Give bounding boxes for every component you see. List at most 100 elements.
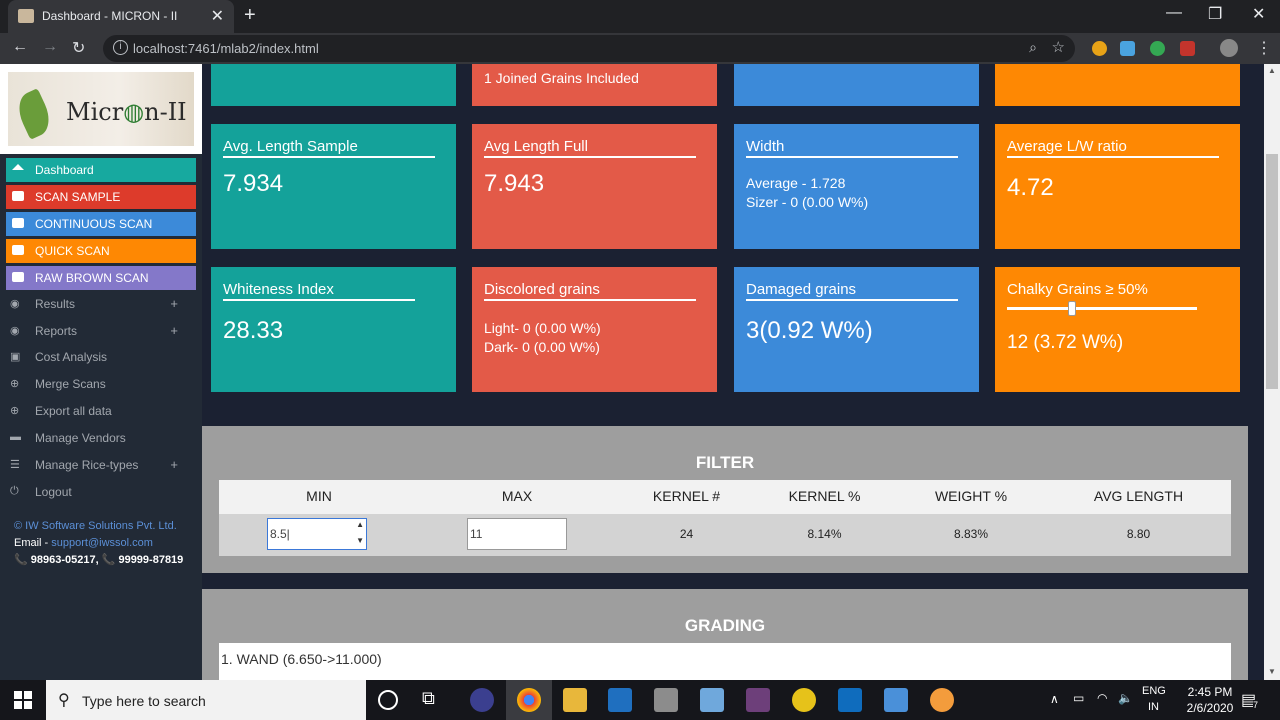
weight-pct-value: 8.83% bbox=[953, 527, 989, 541]
min-input[interactable]: 8.5| ▲ ▼ bbox=[267, 518, 367, 550]
language-eng[interactable]: ENG bbox=[1142, 685, 1166, 697]
sidebar-item-continuous-scan[interactable]: CONTINUOUS SCAN bbox=[6, 212, 196, 236]
app-icon[interactable] bbox=[746, 688, 770, 712]
leaf-icon bbox=[12, 88, 56, 140]
page-scrollbar[interactable]: ▲ ▼ bbox=[1264, 64, 1280, 680]
reload-icon[interactable]: ↻ bbox=[72, 38, 85, 58]
spin-up-icon[interactable]: ▲ bbox=[356, 520, 364, 529]
browser-tab[interactable]: Dashboard - MICRON - II ✕ bbox=[8, 0, 234, 33]
card-top-partial-4 bbox=[995, 64, 1240, 106]
scroll-up-icon[interactable]: ▲ bbox=[1268, 66, 1276, 75]
card-value: 7.943 bbox=[484, 170, 545, 197]
outlook-icon[interactable] bbox=[838, 688, 862, 712]
filter-section: FILTER MIN MAX KERNEL # KERNEL % WEIGHT … bbox=[202, 426, 1248, 573]
cortana-icon[interactable] bbox=[378, 690, 398, 710]
sidebar: Micr◍n-II Dashboard SCAN SAMPLE CONTINUO… bbox=[0, 64, 202, 680]
filter-table: MIN MAX KERNEL # KERNEL % WEIGHT % AVG L… bbox=[219, 480, 1231, 556]
app-icon[interactable] bbox=[654, 688, 678, 712]
sidebar-item-export[interactable]: ⊕ Export all data bbox=[10, 401, 190, 423]
expand-plus-icon[interactable]: + bbox=[170, 323, 178, 338]
card-title: Avg. Length Sample bbox=[223, 138, 358, 155]
scroll-thumb[interactable] bbox=[1266, 154, 1278, 389]
extension-icon[interactable] bbox=[1120, 41, 1135, 56]
app-icon[interactable] bbox=[608, 688, 632, 712]
extension-icon[interactable] bbox=[1150, 41, 1165, 56]
spin-down-icon[interactable]: ▼ bbox=[356, 536, 364, 545]
sidebar-item-quick-scan[interactable]: QUICK SCAN bbox=[6, 239, 196, 263]
card-title: Average L/W ratio bbox=[1007, 138, 1127, 155]
sidebar-footer: © IW Software Solutions Pvt. Ltd. Email … bbox=[14, 518, 199, 569]
zoom-icon[interactable]: ⌕ bbox=[1029, 39, 1037, 56]
taskbar-search[interactable]: ⚲ Type here to search bbox=[46, 680, 366, 720]
minimize-button[interactable]: — bbox=[1166, 4, 1182, 22]
profile-avatar[interactable] bbox=[1220, 39, 1238, 57]
card-top-partial-3 bbox=[734, 64, 979, 106]
bookmark-star-icon[interactable]: ☆ bbox=[1052, 38, 1065, 56]
sidebar-item-logout[interactable]: ⏻ Logout bbox=[10, 482, 190, 504]
merge-icon: ⊕ bbox=[10, 378, 20, 390]
clock-date[interactable]: 2/6/2020 bbox=[1176, 701, 1244, 715]
task-view-icon[interactable]: ⧉ bbox=[422, 688, 446, 712]
app-icon[interactable] bbox=[792, 688, 816, 712]
site-info-icon[interactable]: i bbox=[113, 40, 128, 55]
language-in[interactable]: IN bbox=[1148, 701, 1159, 713]
chalky-slider-handle[interactable] bbox=[1067, 301, 1076, 316]
sidebar-item-results[interactable]: ◉ Results + bbox=[10, 294, 190, 316]
truck-icon: ▬ bbox=[10, 431, 21, 443]
tab-close-icon[interactable]: ✕ bbox=[211, 6, 224, 26]
sidebar-item-manage-vendors[interactable]: ▬ Manage Vendors bbox=[10, 428, 190, 450]
card-title: Width bbox=[746, 138, 785, 155]
address-bar[interactable]: i localhost:7461/mlab2/index.html ⌕ ☆ bbox=[103, 35, 1075, 62]
card-value: 28.33 bbox=[223, 317, 284, 344]
battery-icon[interactable]: ▭ bbox=[1073, 691, 1084, 705]
angular-extension-icon[interactable] bbox=[1180, 41, 1195, 56]
extension-icon[interactable] bbox=[1092, 41, 1107, 56]
expand-plus-icon[interactable]: + bbox=[170, 296, 178, 311]
app-icon[interactable] bbox=[700, 688, 724, 712]
scroll-down-icon[interactable]: ▼ bbox=[1268, 667, 1276, 676]
close-window-button[interactable]: ✕ bbox=[1252, 4, 1265, 24]
forward-icon[interactable]: → bbox=[42, 38, 58, 56]
restore-button[interactable]: ❐ bbox=[1208, 4, 1222, 24]
chalky-slider-track[interactable] bbox=[1007, 307, 1197, 310]
app-icon[interactable] bbox=[930, 688, 954, 712]
windows-start-icon[interactable] bbox=[14, 691, 32, 709]
wifi-icon[interactable]: ◠ bbox=[1097, 691, 1107, 705]
new-tab-button[interactable]: + bbox=[244, 4, 256, 27]
menu-icon[interactable]: ⋮ bbox=[1256, 38, 1272, 58]
search-icon: ⚲ bbox=[58, 692, 70, 709]
email-link[interactable]: support@iwssol.com bbox=[51, 537, 153, 549]
avg-length-value: 8.80 bbox=[1126, 527, 1151, 541]
app-icon[interactable] bbox=[884, 688, 908, 712]
volume-icon[interactable]: 🔈 bbox=[1118, 691, 1133, 705]
sidebar-item-raw-brown-scan[interactable]: RAW BROWN SCAN bbox=[6, 266, 196, 290]
tab-title: Dashboard - MICRON - II bbox=[42, 9, 178, 23]
sidebar-item-manage-rice-types[interactable]: ☰ Manage Rice-types + bbox=[10, 455, 190, 477]
back-icon[interactable]: ← bbox=[12, 38, 28, 56]
logo-text: Micr◍n-II bbox=[66, 98, 187, 126]
sidebar-item-reports[interactable]: ◉ Reports + bbox=[10, 321, 190, 343]
sidebar-item-merge-scans[interactable]: ⊕ Merge Scans bbox=[10, 374, 190, 396]
card-discolored-grains: Discolored grains Light- 0 (0.00 W%) Dar… bbox=[472, 267, 717, 392]
tray-chevron-icon[interactable]: ∧ bbox=[1050, 692, 1059, 706]
email-label: Email - bbox=[14, 537, 52, 549]
sidebar-item-dashboard[interactable]: Dashboard bbox=[6, 158, 196, 182]
card-whiteness-index: Whiteness Index 28.33 bbox=[211, 267, 456, 392]
header-kernel-count: KERNEL # bbox=[652, 488, 721, 504]
file-explorer-icon[interactable] bbox=[563, 688, 587, 712]
filter-data-row: 8.5| ▲ ▼ 11 24 8.14% 8.83% 8.80 bbox=[219, 514, 1231, 556]
chrome-icon[interactable] bbox=[517, 688, 541, 712]
max-input[interactable]: 11 bbox=[467, 518, 567, 550]
windows-taskbar: ⚲ Type here to search ⧉ ∧ ▭ ◠ 🔈 ENG IN 2… bbox=[0, 680, 1280, 720]
card-lw-ratio: Average L/W ratio 4.72 bbox=[995, 124, 1240, 249]
card-underline bbox=[223, 299, 415, 301]
eye-icon: ◉ bbox=[10, 298, 20, 310]
sidebar-item-cost-analysis[interactable]: ▣ Cost Analysis bbox=[10, 347, 190, 369]
grading-row[interactable]: 1. WAND (6.650->11.000) bbox=[219, 643, 1231, 680]
url-text[interactable]: localhost:7461/mlab2/index.html bbox=[133, 41, 319, 56]
clock-time[interactable]: 2:45 PM bbox=[1180, 685, 1240, 699]
eclipse-icon[interactable] bbox=[470, 688, 494, 712]
sidebar-item-scan-sample[interactable]: SCAN SAMPLE bbox=[6, 185, 196, 209]
card-width: Width Average - 1.728 Sizer - 0 (0.00 W%… bbox=[734, 124, 979, 249]
expand-plus-icon[interactable]: + bbox=[170, 457, 178, 472]
